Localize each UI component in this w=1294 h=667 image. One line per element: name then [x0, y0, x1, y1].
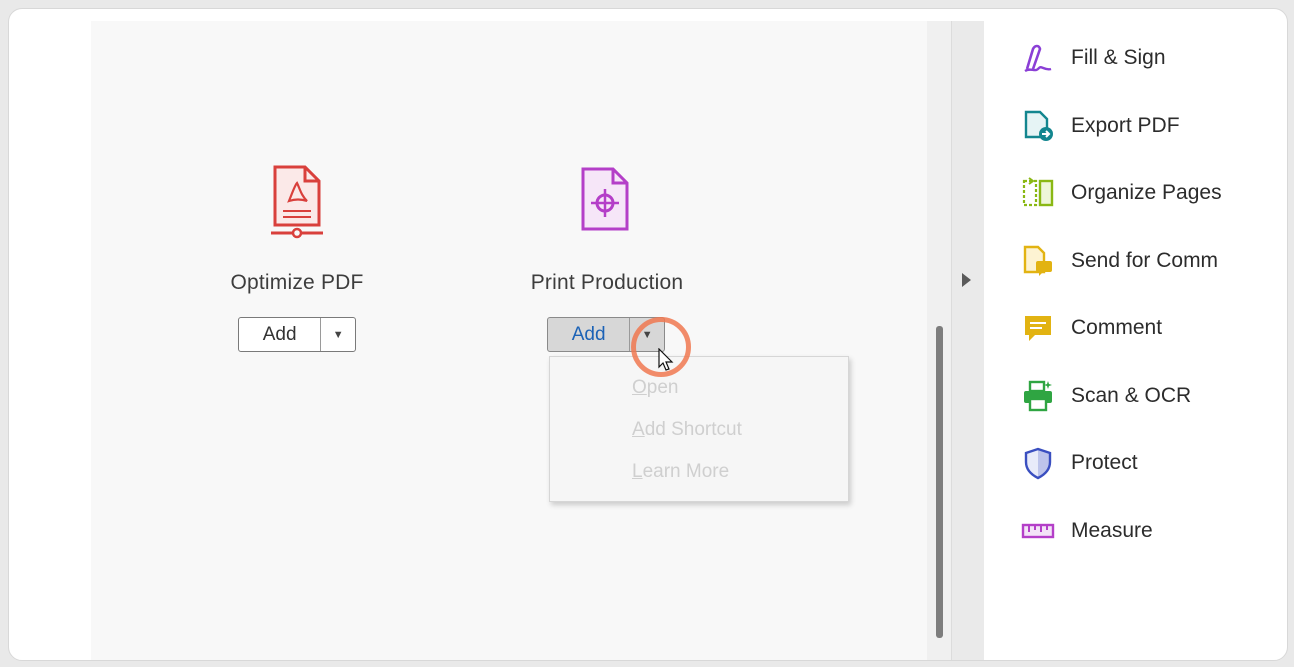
sidebar-item-scan-ocr[interactable]: Scan & OCR	[1020, 376, 1191, 416]
tool-print-production: Print Production	[507, 161, 707, 295]
tools-grid: Optimize PDF Add ▼ Print Production Add …	[91, 21, 927, 660]
export-pdf-icon	[1020, 108, 1056, 144]
menu-item-learn-more[interactable]: Learn More	[632, 461, 729, 483]
organize-pages-icon	[1020, 175, 1056, 211]
optimize-pdf-icon	[267, 161, 327, 241]
screenshot-frame: Optimize PDF Add ▼ Print Production Add …	[8, 8, 1288, 661]
add-button[interactable]: Add	[239, 318, 322, 351]
sidebar-item-export-pdf[interactable]: Export PDF	[1020, 106, 1180, 146]
tool-name: Optimize PDF	[230, 271, 364, 294]
protect-icon	[1020, 445, 1056, 481]
scrollbar-thumb[interactable]	[936, 326, 943, 638]
sidebar-item-organize-pages[interactable]: Organize Pages	[1020, 173, 1222, 213]
sidebar-item-send-for-comment[interactable]: Send for Comm	[1020, 241, 1218, 281]
dropdown-arrow-icon[interactable]: ▼	[321, 318, 355, 351]
menu-item-add-shortcut[interactable]: Add Shortcut	[632, 419, 742, 441]
fill-sign-icon	[1020, 40, 1056, 76]
tools-sidebar: Fill & Sign Export PDF Organize Pages Se…	[984, 21, 1229, 660]
panel-collapse-strip[interactable]	[951, 21, 985, 660]
optimize-pdf-add-split-button[interactable]: Add ▼	[238, 317, 356, 352]
print-production-icon	[577, 161, 637, 241]
tool-optimize-pdf: Optimize PDF	[197, 161, 397, 295]
sidebar-item-protect[interactable]: Protect	[1020, 443, 1138, 483]
sidebar-item-fill-sign[interactable]: Fill & Sign	[1020, 38, 1166, 78]
expand-arrow-icon[interactable]	[962, 273, 971, 287]
sidebar-item-comment[interactable]: Comment	[1020, 308, 1162, 348]
tool-name: Print Production	[530, 271, 684, 294]
acrobat-tools-window: Optimize PDF Add ▼ Print Production Add …	[91, 21, 1229, 660]
add-options-menu: Open Add Shortcut Learn More	[549, 356, 849, 502]
comment-icon	[1020, 310, 1056, 346]
menu-item-open[interactable]: Open	[632, 377, 678, 399]
mouse-pointer-icon	[658, 347, 674, 377]
sidebar-item-measure[interactable]: Measure	[1020, 511, 1153, 551]
measure-icon	[1020, 513, 1056, 549]
add-button[interactable]: Add	[548, 318, 631, 351]
send-for-comment-icon	[1020, 243, 1056, 279]
scan-ocr-icon	[1020, 378, 1056, 414]
